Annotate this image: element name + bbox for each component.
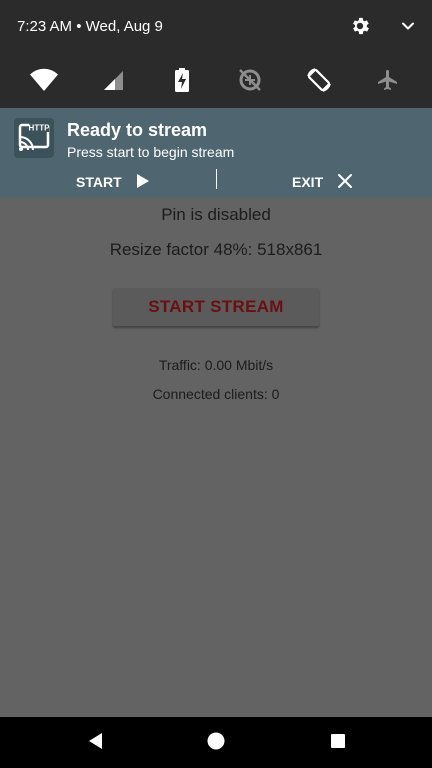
status-actions <box>336 10 432 46</box>
pin-status: Pin is disabled <box>161 205 271 224</box>
home-button[interactable] <box>192 725 240 761</box>
airplane-mode-icon <box>376 68 400 97</box>
http-cast-icon: HTTP <box>14 118 54 158</box>
stream-notification[interactable]: HTTP Ready to stream Press start to begi… <box>0 108 432 198</box>
recents-icon <box>329 732 347 755</box>
notification-text: Press start to begin stream <box>67 144 235 160</box>
traffic-readout: Traffic: 0.00 Mbit/s <box>158 357 274 373</box>
status-row: 7:23 AM • Wed, Aug 9 <box>0 0 432 56</box>
recents-button[interactable] <box>314 725 362 761</box>
chevron-down-icon <box>398 16 418 41</box>
quick-settings-shade: 7:23 AM • Wed, Aug 9 <box>0 0 432 108</box>
quick-tiles <box>0 62 432 102</box>
tile-airplane-mode[interactable] <box>364 62 412 102</box>
status-time-date: 7:23 AM • Wed, Aug 9 <box>17 18 163 35</box>
tile-battery[interactable] <box>158 62 206 102</box>
navigation-bar <box>0 717 432 768</box>
wifi-icon <box>29 67 59 98</box>
back-icon <box>86 731 104 756</box>
tile-data-saver[interactable] <box>226 62 274 102</box>
auto-rotate-icon <box>305 66 333 99</box>
battery-charging-icon <box>173 67 191 98</box>
close-icon <box>337 173 353 192</box>
home-icon <box>206 731 226 756</box>
settings-button[interactable] <box>336 10 384 46</box>
exit-label: EXIT <box>292 174 324 190</box>
collapse-shade-button[interactable] <box>384 10 432 46</box>
data-saver-off-icon <box>237 67 263 98</box>
tile-cellular[interactable] <box>89 62 137 102</box>
tile-wifi[interactable] <box>20 62 68 102</box>
notification-start-button[interactable]: START <box>76 168 150 196</box>
cell-signal-icon <box>101 68 125 97</box>
start-stream-button[interactable]: START STREAM <box>113 288 319 326</box>
resize-info: Resize factor 48%: 518x861 <box>109 240 323 259</box>
notification-title: Ready to stream <box>67 120 208 140</box>
tile-auto-rotate[interactable] <box>295 62 343 102</box>
start-label: START <box>76 174 122 190</box>
notification-exit-button[interactable]: EXIT <box>292 168 353 196</box>
notification-actions: START EXIT <box>0 166 432 196</box>
gear-icon <box>349 15 371 42</box>
svg-text:HTTP: HTTP <box>29 124 51 133</box>
back-button[interactable] <box>71 725 119 761</box>
connected-clients: Connected clients: 0 <box>152 386 280 402</box>
play-icon <box>136 173 150 192</box>
main-content: Pin is disabled Resize factor 48%: 518x8… <box>0 198 432 717</box>
notification-action-divider <box>216 169 217 189</box>
